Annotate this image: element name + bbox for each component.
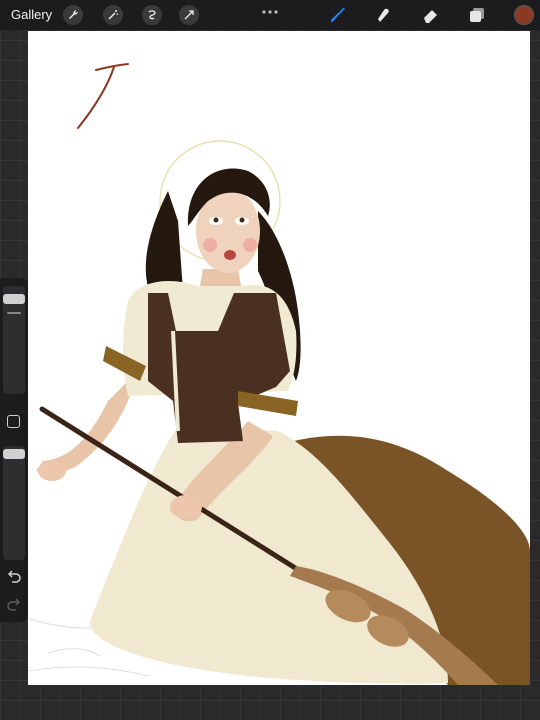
top-toolbar: Gallery (0, 0, 540, 30)
layers-icon[interactable] (467, 5, 487, 25)
brush-icon[interactable] (328, 5, 348, 25)
sketch-stroke (77, 63, 129, 129)
sidebar-controls (0, 278, 28, 622)
brush-size-thumb[interactable] (3, 294, 25, 304)
undo-icon[interactable] (6, 570, 22, 584)
brush-size-indicator (7, 312, 21, 314)
gallery-button[interactable]: Gallery (11, 7, 52, 22)
color-swatch[interactable] (514, 5, 534, 25)
redo-icon[interactable] (6, 598, 22, 612)
eraser-icon[interactable] (421, 5, 441, 25)
transform-icon[interactable] (179, 5, 199, 25)
smudge-icon[interactable] (374, 5, 394, 25)
opacity-slider[interactable] (3, 446, 25, 560)
more-dots-icon[interactable] (261, 3, 279, 14)
magic-wand-icon[interactable] (103, 5, 123, 25)
selection-icon[interactable] (142, 5, 162, 25)
drawing-canvas[interactable] (28, 31, 530, 685)
modify-button[interactable] (7, 415, 20, 428)
opacity-thumb[interactable] (3, 449, 25, 459)
wrench-icon[interactable] (63, 5, 83, 25)
artwork (28, 63, 530, 685)
